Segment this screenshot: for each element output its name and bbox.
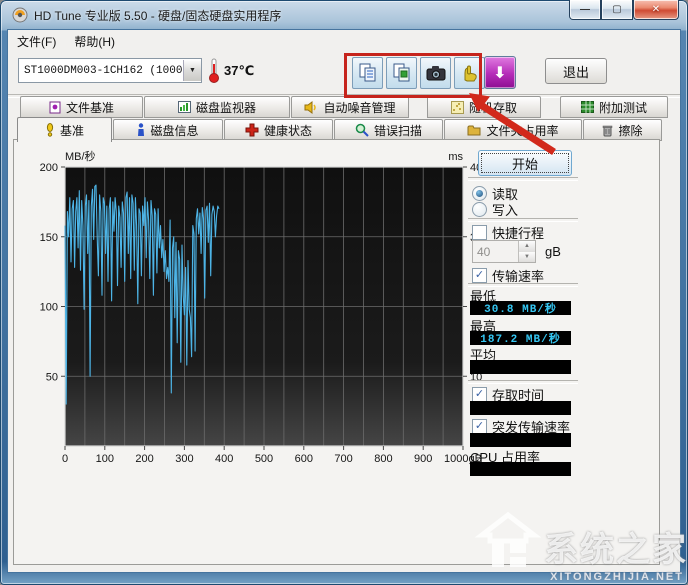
tab-benchmark[interactable]: 基准 [17,117,112,142]
svg-text:MB/秒: MB/秒 [65,149,96,163]
svg-text:200: 200 [135,453,153,465]
copy-text-icon [359,63,377,83]
copy-text-button[interactable] [352,57,383,89]
spinner-up-icon[interactable]: ▲ [519,241,535,252]
write-radio[interactable]: 写入 [472,200,518,219]
hdtune-window: HD Tune 专业版 5.50 - 硬盘/固态硬盘实用程序 — ▢ ✕ 文件(… [0,0,688,585]
maximize-button[interactable]: ▢ [601,0,633,20]
menu-help[interactable]: 帮助(H) [65,30,124,53]
tab-erase[interactable]: 擦除 [583,119,662,141]
disk-monitor-icon [177,101,191,113]
max-value-field: 187.2 MB/秒 [470,331,571,346]
svg-text:800: 800 [374,453,392,465]
tab-extra-tests[interactable]: 附加测试 [560,96,668,118]
tab-folder-usage[interactable]: 文件夹占用率 [444,119,582,141]
watermark-subtitle: XITONGZHIJIA.NET [550,571,684,583]
window-title: HD Tune 专业版 5.50 - 硬盘/固态硬盘实用程序 [34,9,282,23]
avg-value-field [470,360,571,374]
spinner-value: 40 [477,244,491,259]
start-button[interactable]: 开始 [478,150,572,176]
tab-disk-info[interactable]: 磁盘信息 [113,119,223,141]
magnifier-icon [355,123,369,137]
svg-text:0: 0 [62,453,68,465]
radio-selected-icon [472,186,487,201]
title-bar[interactable]: HD Tune 专业版 5.50 - 硬盘/固态硬盘实用程序 — ▢ ✕ [0,0,688,30]
separator [468,177,578,181]
copy-image-button[interactable] [386,57,417,89]
health-cross-icon [245,123,259,137]
svg-text:600: 600 [295,453,313,465]
tab-random-access[interactable]: 随机存取 [427,96,541,118]
svg-text:50: 50 [46,371,58,383]
copy-image-icon [393,63,411,83]
dropdown-arrow-icon[interactable]: ▼ [183,60,201,81]
minimize-button[interactable]: — [569,0,601,20]
hand-pointer-icon [461,64,479,82]
screenshot-button[interactable] [420,57,451,89]
svg-text:100: 100 [40,302,58,314]
separator [468,218,578,222]
info-icon [137,123,145,137]
svg-text:400: 400 [215,453,233,465]
tab-auto-acoustic[interactable]: 自动噪音管理 [291,96,409,118]
temperature-readout: 37℃ [224,63,255,78]
file-benchmark-icon [49,101,61,114]
svg-text:700: 700 [334,453,352,465]
checkbox-checked-icon: ✓ [472,268,487,283]
exit-button[interactable]: 退出 [545,58,607,84]
benchmark-chart-svg: 2001501005040302010010020030040050060070… [40,149,483,465]
trash-icon [602,124,613,137]
short-stroke-spinner[interactable]: 40 ▲ ▼ [472,240,536,263]
drive-select[interactable]: ST1000DM003-1CH162 (1000 gB) ▼ [18,58,202,83]
options-button[interactable] [454,57,485,89]
benchmark-chart: 2001501005040302010010020030040050060070… [30,143,492,467]
tab-error-scan[interactable]: 错误扫描 [334,119,443,141]
folder-icon [467,124,481,136]
svg-text:500: 500 [255,453,273,465]
tab-disk-monitor[interactable]: 磁盘监视器 [144,96,290,118]
spinner-down-icon[interactable]: ▼ [519,251,535,262]
drive-select-value: ST1000DM003-1CH162 (1000 gB) [24,64,183,77]
benchmark-bulb-icon [45,123,55,137]
speaker-icon [304,100,318,114]
svg-text:300: 300 [175,453,193,465]
radio-icon [472,202,487,217]
access-time-field [470,401,571,415]
svg-text:ms: ms [448,151,463,163]
menu-file[interactable]: 文件(F) [8,30,65,53]
svg-text:900: 900 [414,453,432,465]
unit-label: gB [545,244,561,259]
svg-text:150: 150 [40,232,58,244]
svg-text:200: 200 [40,162,58,174]
client-area: 文件(F) 帮助(H) ST1000DM003-1CH162 (1000 gB)… [8,30,680,572]
thermometer-icon [207,56,221,84]
checkbox-checked-icon: ✓ [472,387,487,402]
random-access-icon [450,100,464,114]
min-value-field: 30.8 MB/秒 [470,301,571,316]
save-screenshot-button[interactable]: ⬇ [484,56,516,89]
menu-bar: 文件(F) 帮助(H) [8,30,680,53]
checkbox-checked-icon: ✓ [472,419,487,434]
separator [468,380,578,384]
camera-icon [426,65,446,81]
close-button[interactable]: ✕ [633,0,679,20]
checkbox-unchecked-icon [472,225,487,240]
cpu-usage-field [470,462,571,476]
down-arrow-icon: ⬇ [493,64,507,82]
tab-file-benchmark[interactable]: 文件基准 [20,96,143,118]
app-icon [12,7,28,23]
svg-text:100: 100 [96,453,114,465]
tab-health[interactable]: 健康状态 [224,119,333,141]
burst-rate-field [470,433,571,447]
extra-tests-icon [580,101,594,113]
